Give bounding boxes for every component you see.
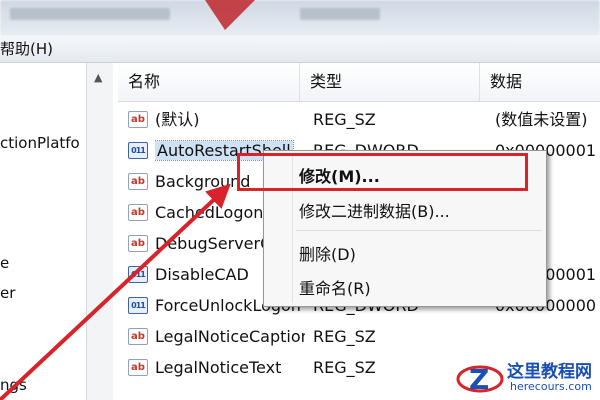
watermark: Z 这里教程网 herecours.com bbox=[455, 355, 600, 400]
watermark-title: 这里教程网 bbox=[507, 362, 592, 382]
watermark-logo-icon: Z bbox=[456, 363, 504, 396]
annotation-arrow-line bbox=[0, 183, 231, 400]
svg-text:Z: Z bbox=[469, 363, 489, 396]
annotation-arrow-top bbox=[205, 0, 255, 30]
watermark-url: herecours.com bbox=[510, 380, 592, 393]
annotation-arrows bbox=[0, 0, 255, 400]
